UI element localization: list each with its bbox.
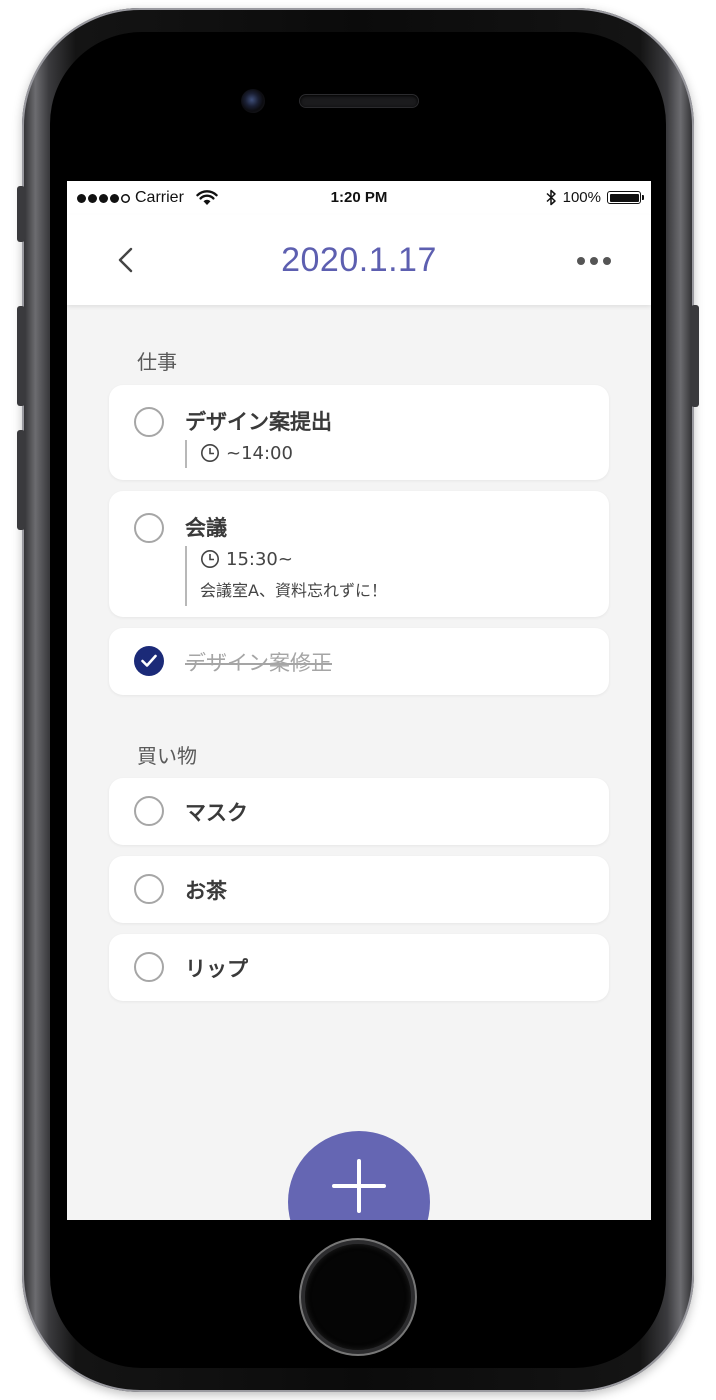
task-note: 会議室A、資料忘れずに！ (200, 581, 387, 600)
task-card[interactable]: マスク (109, 778, 609, 845)
task-card[interactable]: リップ (109, 934, 609, 1001)
plus-icon (332, 1159, 386, 1213)
battery-percent: 100% (562, 189, 601, 206)
task-title: デザイン案提出 (185, 410, 332, 434)
more-horizontal-icon[interactable] (577, 257, 611, 265)
task-checkbox[interactable] (134, 513, 164, 543)
task-card[interactable]: お茶 (109, 856, 609, 923)
status-right: 100% (545, 189, 644, 206)
mute-switch (17, 186, 25, 242)
page-title: 2020.1.17 (281, 241, 437, 279)
battery-icon (607, 191, 644, 204)
clock-icon (201, 444, 219, 462)
task-title: 会議 (185, 516, 227, 540)
task-title: お茶 (185, 879, 227, 903)
earpiece-speaker (300, 95, 418, 107)
task-detail: ~14:00 (185, 440, 293, 468)
task-title: リップ (185, 957, 248, 981)
bluetooth-icon (546, 189, 556, 206)
task-time-text: 15:30~ (226, 548, 293, 570)
task-card[interactable]: デザイン案提出 ~14:00 (109, 385, 609, 480)
task-checkbox[interactable] (134, 407, 164, 437)
task-checkbox[interactable] (134, 796, 164, 826)
checkmark-icon (141, 654, 157, 667)
power-button (691, 305, 699, 407)
section-label-shopping: 買い物 (137, 744, 197, 768)
volume-up-button (17, 306, 25, 406)
task-time-text: ~14:00 (226, 442, 293, 464)
screen: Carrier 1:20 PM 100% 2020.1.17 仕事 デザイン案提… (67, 181, 651, 1220)
task-checkbox[interactable] (134, 874, 164, 904)
front-camera (241, 89, 265, 113)
status-bar: Carrier 1:20 PM 100% (67, 181, 651, 215)
task-time: 15:30~ (200, 546, 387, 572)
task-card[interactable]: 会議 15:30~ 会議室A、資料忘れずに！ (109, 491, 609, 617)
section-label-work: 仕事 (137, 350, 177, 374)
task-time: ~14:00 (200, 440, 293, 466)
task-card-completed[interactable]: デザイン案修正 (109, 628, 609, 695)
task-title: デザイン案修正 (185, 651, 332, 675)
volume-down-button (17, 430, 25, 530)
add-task-button[interactable] (288, 1131, 430, 1220)
task-checkbox-checked[interactable] (134, 646, 164, 676)
nav-bar: 2020.1.17 (67, 215, 651, 305)
clock-icon (201, 550, 219, 568)
task-title: マスク (185, 801, 248, 825)
task-checkbox[interactable] (134, 952, 164, 982)
battery-fill (609, 193, 639, 202)
home-button[interactable] (305, 1244, 411, 1350)
task-detail: 15:30~ 会議室A、資料忘れずに！ (185, 546, 387, 606)
